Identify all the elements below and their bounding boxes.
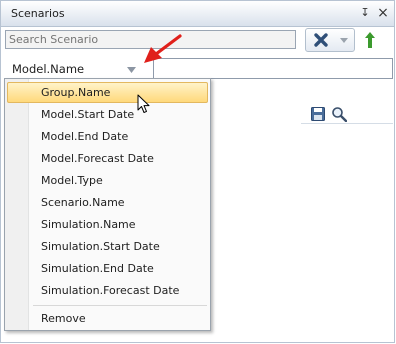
menu-item-scenario-name[interactable]: Scenario.Name — [7, 192, 208, 213]
mouse-cursor-icon — [137, 94, 150, 113]
close-icon[interactable]: × — [375, 5, 391, 21]
chevron-down-icon[interactable] — [337, 33, 351, 47]
model-dropdown-arrow-icon[interactable] — [127, 67, 136, 73]
column-dropdown-menu: Group.Name Model.Start Date Model.End Da… — [4, 78, 211, 331]
annotation-arrow-icon — [144, 34, 182, 63]
menu-item-group-name[interactable]: Group.Name — [7, 82, 208, 103]
menu-item-model-start-date[interactable]: Model.Start Date — [7, 104, 208, 125]
model-filter-input[interactable] — [153, 58, 393, 79]
arrow-up-icon[interactable] — [364, 31, 376, 49]
magnifier-icon[interactable] — [331, 106, 347, 122]
menu-item-model-end-date[interactable]: Model.End Date — [7, 126, 208, 147]
menu-item-remove[interactable]: Remove — [7, 308, 208, 329]
save-icon[interactable] — [311, 107, 325, 121]
clear-button-group[interactable] — [305, 28, 355, 52]
panel-title: Scenarios — [11, 7, 65, 20]
menu-item-model-forecast-date[interactable]: Model.Forecast Date — [7, 148, 208, 169]
x-icon[interactable] — [312, 30, 330, 50]
menu-item-simulation-forecast-date[interactable]: Simulation.Forecast Date — [7, 280, 208, 301]
menu-item-simulation-name[interactable]: Simulation.Name — [7, 214, 208, 235]
model-field-label: Model.Name — [12, 62, 85, 76]
toolbar-divider — [301, 123, 393, 124]
menu-item-model-type[interactable]: Model.Type — [7, 170, 208, 191]
pin-icon[interactable]: ↧ — [357, 5, 373, 21]
menu-item-simulation-start-date[interactable]: Simulation.Start Date — [7, 236, 208, 257]
panel-titlebar: Scenarios ↧ × — [1, 1, 394, 27]
menu-separator — [33, 305, 207, 306]
menu-item-simulation-end-date[interactable]: Simulation.End Date — [7, 258, 208, 279]
